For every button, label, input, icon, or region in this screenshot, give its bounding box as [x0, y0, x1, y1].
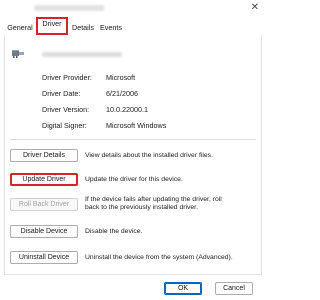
cancel-button[interactable]: Cancel — [215, 282, 253, 295]
driver-version-label: Driver Version: — [42, 105, 90, 114]
tab-driver[interactable]: Driver — [36, 17, 68, 35]
tab-general[interactable]: General — [4, 21, 36, 35]
driver-date-value: 6/21/2006 — [106, 89, 138, 98]
roll-back-driver-description: If the device fails after updating the d… — [85, 196, 257, 212]
ok-button[interactable]: OK — [164, 282, 202, 295]
driver-provider-label: Driver Provider: — [42, 73, 92, 82]
driver-details-description: View details about the installed driver … — [85, 152, 213, 159]
disable-device-description: Disable the device. — [85, 228, 143, 235]
update-driver-button[interactable]: Update Driver — [10, 173, 78, 186]
roll-back-description-line-2: back to the previously installed driver. — [85, 204, 198, 211]
digital-signer-value: Microsoft Windows — [106, 121, 167, 130]
driver-version-value: 10.0.22000.1 — [106, 105, 148, 114]
close-icon[interactable]: ✕ — [251, 2, 259, 13]
uninstall-device-description: Uninstall the device from the system (Ad… — [85, 254, 233, 261]
digital-signer-label: Digital Signer: — [42, 121, 87, 130]
device-name-redacted — [42, 52, 122, 57]
driver-provider-value: Microsoft — [106, 73, 136, 82]
window-title-redacted — [34, 5, 104, 11]
roll-back-description-line-1: If the device fails after updating the d… — [85, 196, 222, 203]
roll-back-driver-button: Roll Back Driver — [10, 198, 78, 211]
disable-device-button[interactable]: Disable Device — [10, 225, 78, 238]
separator — [10, 139, 256, 140]
driver-details-button[interactable]: Driver Details — [10, 149, 78, 162]
title-bar: ✕ — [0, 0, 266, 18]
network-adapter-icon — [12, 50, 24, 58]
tab-details[interactable]: Details — [69, 21, 97, 35]
update-driver-description: Update the driver for this device. — [85, 176, 183, 183]
uninstall-device-button[interactable]: Uninstall Device — [10, 251, 78, 264]
tab-events[interactable]: Events — [98, 21, 124, 35]
driver-date-label: Driver Date: — [42, 89, 81, 98]
